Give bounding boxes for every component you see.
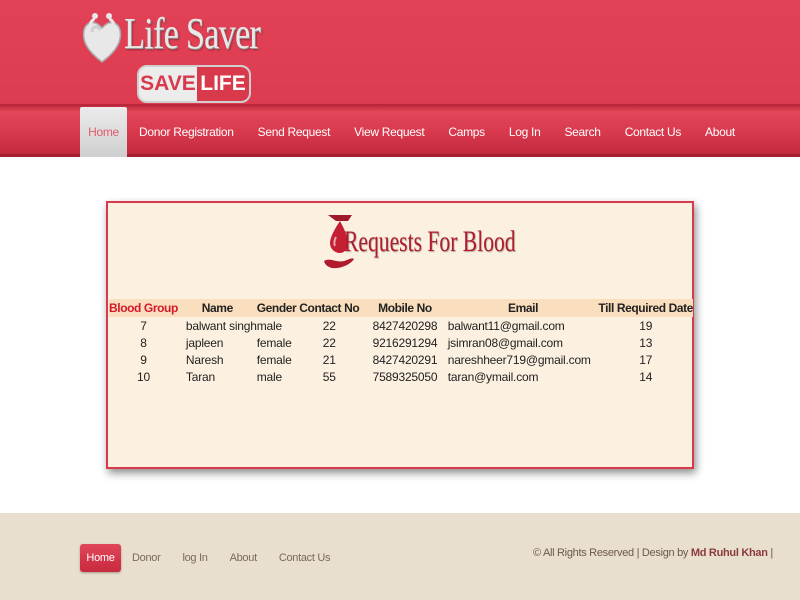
site-logo[interactable]: Life Saver SAVE LIFE	[80, 6, 280, 106]
copyright-text: © All Rights Reserved | Design by Md Ruh…	[533, 547, 773, 559]
save-life-badge: SAVE LIFE	[137, 65, 251, 103]
badge-save-text: SAVE	[139, 67, 197, 101]
requests-panel: Requests For Blood Blood Group Name Gend…	[106, 201, 694, 469]
cell-till-required-date: 13	[639, 335, 653, 350]
nav-about[interactable]: About	[693, 107, 747, 157]
footer-nav: Home Donor log In About Contact Us	[80, 544, 341, 572]
cell-name: Taran	[185, 369, 215, 384]
col-name: Name	[177, 299, 257, 317]
cell-email: jsimran08@gmail.com	[447, 335, 563, 350]
requests-heading: Requests For Blood	[322, 211, 516, 271]
cell-email: balwant11@gmail.com	[447, 318, 565, 333]
cell-blood-group: 8	[140, 335, 147, 350]
table-row: 10 Taran male 55 7589325050 taran@ymail.…	[109, 368, 693, 385]
table-row: 8 japleen female 22 9216291294 jsimran08…	[109, 334, 693, 351]
col-mobile-no: Mobile No	[362, 299, 448, 317]
cell-name: japleen	[185, 335, 224, 350]
requests-title: Requests For Blood	[344, 225, 516, 258]
footer-nav-contact-us[interactable]: Contact Us	[268, 544, 341, 572]
cell-contact-no: 55	[322, 369, 336, 384]
cell-till-required-date: 19	[639, 318, 653, 333]
cell-gender: female	[256, 352, 292, 367]
cell-till-required-date: 17	[639, 352, 653, 367]
col-blood-group: Blood Group	[109, 299, 178, 317]
cell-email: nareshheer719@gmail.com	[447, 352, 591, 367]
designer-link[interactable]: Md Ruhul Khan	[691, 547, 768, 559]
cell-contact-no: 21	[322, 352, 336, 367]
requests-table: Blood Group Name Gender Contact No Mobil…	[109, 299, 693, 385]
footer-nav-home[interactable]: Home	[80, 544, 121, 572]
main-nav: Home Donor Registration Send Request Vie…	[80, 107, 747, 157]
table-row: 7 balwant singh male 22 8427420298 balwa…	[109, 317, 693, 334]
cell-gender: male	[256, 369, 282, 384]
heart-hands-icon	[82, 13, 122, 63]
nav-camps[interactable]: Camps	[436, 107, 497, 157]
nav-view-request[interactable]: View Request	[342, 107, 436, 157]
site-footer: Home Donor log In About Contact Us © All…	[0, 513, 800, 600]
nav-search[interactable]: Search	[552, 107, 612, 157]
cell-name: balwant singh	[185, 318, 257, 333]
badge-life-text: LIFE	[197, 67, 249, 101]
cell-name: Naresh	[185, 352, 224, 367]
cell-mobile-no: 8427420291	[372, 352, 438, 367]
site-title: Life Saver	[124, 9, 261, 58]
cell-mobile-no: 8427420298	[372, 318, 438, 333]
col-till-required-date: Till Required Date	[598, 299, 693, 317]
nav-contact-us[interactable]: Contact Us	[613, 107, 693, 157]
table-header-row: Blood Group Name Gender Contact No Mobil…	[109, 299, 693, 317]
cell-gender: male	[256, 318, 282, 333]
table-row: 9 Naresh female 21 8427420291 nareshheer…	[109, 351, 693, 368]
col-email: Email	[447, 299, 599, 317]
nav-log-in[interactable]: Log In	[497, 107, 553, 157]
cell-till-required-date: 14	[639, 369, 653, 384]
cell-blood-group: 7	[140, 318, 147, 333]
nav-send-request[interactable]: Send Request	[246, 107, 342, 157]
col-contact-no: Contact No	[296, 299, 363, 317]
cell-mobile-no: 7589325050	[372, 369, 438, 384]
col-gender: Gender	[256, 299, 297, 317]
copyright-prefix: © All Rights Reserved | Design by	[533, 547, 691, 559]
nav-home[interactable]: Home	[80, 107, 127, 157]
nav-donor-registration[interactable]: Donor Registration	[127, 107, 246, 157]
cell-blood-group: 9	[140, 352, 147, 367]
cell-contact-no: 22	[322, 335, 336, 350]
footer-nav-about[interactable]: About	[219, 544, 268, 572]
cell-contact-no: 22	[322, 318, 336, 333]
copyright-suffix: |	[767, 547, 773, 559]
site-header: Life Saver SAVE LIFE Home Donor Registra…	[0, 0, 800, 157]
footer-nav-donor[interactable]: Donor	[121, 544, 171, 572]
cell-mobile-no: 9216291294	[372, 335, 438, 350]
cell-email: taran@ymail.com	[447, 369, 539, 384]
footer-nav-log-in[interactable]: log In	[171, 544, 218, 572]
cell-gender: female	[256, 335, 292, 350]
cell-blood-group: 10	[136, 369, 150, 384]
